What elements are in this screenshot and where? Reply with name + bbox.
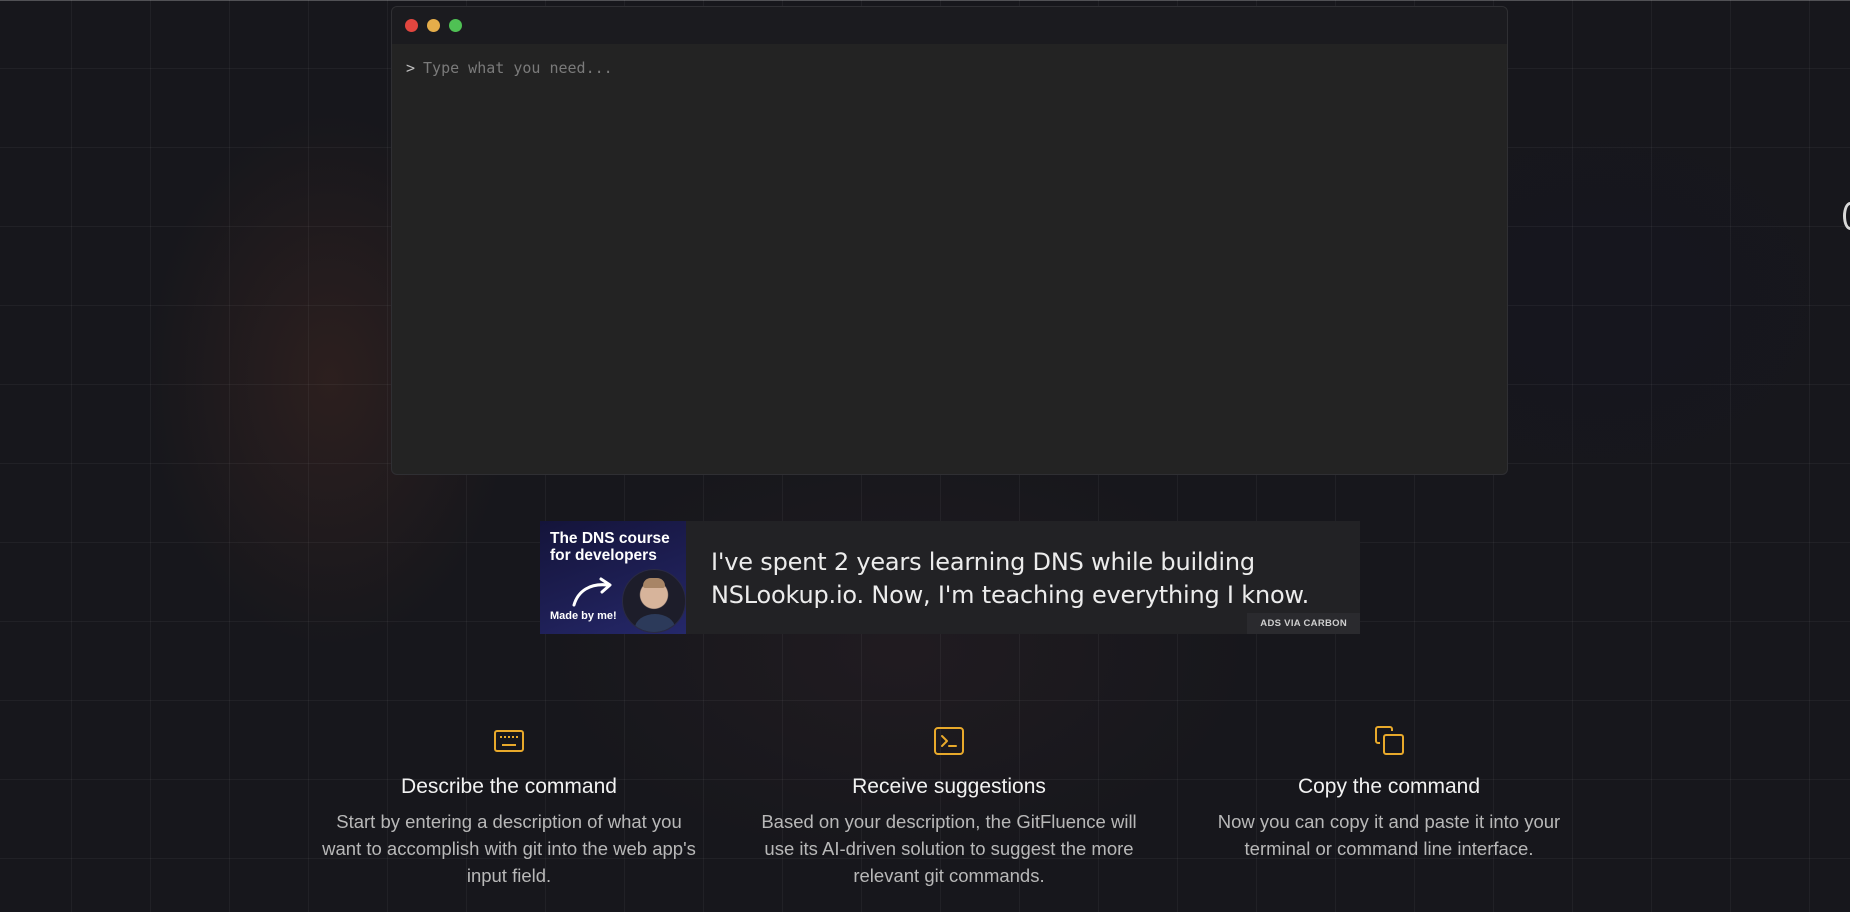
command-description-input[interactable] [423,59,1493,77]
feature-suggestions: Receive suggestions Based on your descri… [759,724,1139,889]
terminal-title-bar [392,7,1507,44]
feature-title: Describe the command [401,775,617,798]
window-maximize-button[interactable] [449,19,462,32]
terminal-body: > [392,44,1507,92]
edge-widget-icon[interactable] [1843,202,1850,230]
ad-image-caption: Made by me! [550,610,617,622]
feature-copy: Copy the command Now you can copy it and… [1199,724,1579,862]
ad-author-avatar [622,569,686,633]
top-border [0,0,1850,1]
copy-icon [1375,726,1404,755]
feature-description: Start by entering a description of what … [322,811,696,886]
window-close-button[interactable] [405,19,418,32]
feature-description: Now you can copy it and paste it into yo… [1217,811,1561,859]
ad-text-link[interactable]: I've spent 2 years learning DNS while bu… [686,521,1311,634]
ad-image-title: The DNS course for developers [550,530,670,564]
curved-arrow-icon [572,577,612,607]
feature-title: Receive suggestions [852,775,1046,798]
carbon-ad[interactable]: The DNS course for developers Made by me… [540,521,1360,634]
terminal-icon [934,727,964,755]
feature-title: Copy the command [1297,775,1481,798]
feature-description: Based on your description, the GitFluenc… [761,811,1137,886]
terminal-window: > [391,6,1508,475]
features-section: Describe the command Start by entering a… [0,724,1850,912]
ads-via-carbon-link[interactable]: ADS VIA CARBON [1247,613,1360,634]
keyboard-icon [494,730,524,752]
ad-image[interactable]: The DNS course for developers Made by me… [540,521,686,634]
window-minimize-button[interactable] [427,19,440,32]
feature-describe: Describe the command Start by entering a… [319,724,699,889]
prompt-chevron-icon: > [406,59,416,77]
